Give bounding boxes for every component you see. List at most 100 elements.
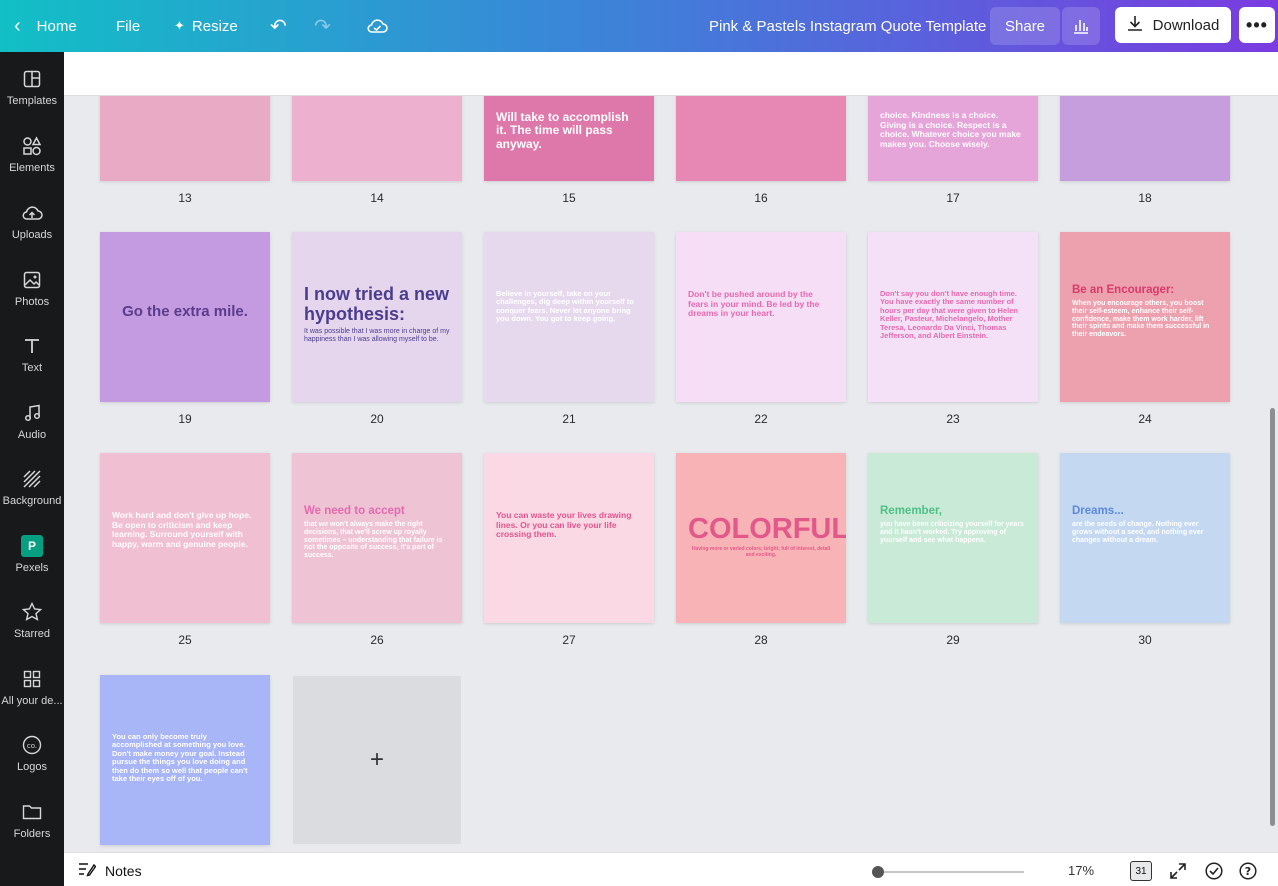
download-icon	[1127, 15, 1143, 35]
download-button[interactable]: Download	[1115, 7, 1231, 43]
design-page[interactable]: Will take to accomplish it. The time wil…	[484, 96, 654, 181]
undo-icon[interactable]: ↶	[270, 0, 287, 52]
more-options-button[interactable]: •••	[1239, 7, 1275, 43]
designs-grid-icon	[21, 668, 43, 690]
resize-button[interactable]: ✦ Resize	[174, 0, 238, 52]
fullscreen-icon[interactable]	[1168, 861, 1188, 881]
sidebar-item-background[interactable]: Background	[0, 462, 64, 520]
document-title[interactable]: Pink & Pastels Instagram Quote Template	[709, 0, 986, 52]
vertical-scrollbar[interactable]	[1270, 408, 1275, 826]
share-button[interactable]: Share	[990, 7, 1061, 45]
sidebar-item-elements[interactable]: Elements	[0, 129, 64, 187]
page-number: 26	[370, 633, 384, 647]
page-quote-subtext: It was possible that I was more in charg…	[304, 328, 450, 343]
page-number: 16	[754, 191, 768, 205]
folder-icon	[21, 801, 43, 823]
page-quote-subtext: you have been criticizing yourself for y…	[880, 521, 1024, 544]
music-note-icon	[21, 402, 43, 424]
design-page[interactable]	[1060, 96, 1230, 181]
page-number: 17	[946, 191, 960, 205]
design-page[interactable]: Go the extra mile.	[100, 232, 270, 402]
sidebar-label: Pexels	[15, 562, 49, 574]
cloud-upload-icon	[21, 202, 43, 224]
page-quote-subtext: that we won't always make the right deci…	[304, 521, 443, 560]
design-page[interactable]: We need to accept that we won't always ma…	[292, 453, 462, 623]
design-page[interactable]: Believe in yourself, take on your challe…	[484, 232, 654, 402]
design-page[interactable]	[292, 96, 462, 181]
page-quote-text: I now tried a new hypothesis:	[304, 284, 450, 325]
zoom-level[interactable]: 17%	[1068, 863, 1094, 878]
text-icon	[21, 335, 43, 357]
design-page[interactable]: Dreams... are the seeds of change. Nothin…	[1060, 453, 1230, 623]
sidebar-label: Elements	[9, 162, 55, 174]
page-quote-text: Will take to accomplish it. The time wil…	[496, 110, 629, 151]
page-quote-text: Believe in yourself, take on your challe…	[496, 289, 634, 324]
check-circle-icon[interactable]	[1204, 861, 1224, 881]
design-page[interactable]	[100, 96, 270, 181]
sidebar-label: Audio	[17, 429, 47, 441]
notes-button[interactable]: Notes	[78, 861, 142, 880]
star-icon	[21, 601, 43, 623]
design-page[interactable]: Work hard and don't give up hope. Be ope…	[100, 453, 270, 623]
notes-label: Notes	[105, 862, 142, 879]
redo-icon[interactable]: ↷	[314, 0, 331, 52]
design-page[interactable]: Don't be pushed around by the fears in y…	[676, 232, 846, 402]
design-page[interactable]: You can waste your lives drawing lines. …	[484, 453, 654, 623]
page-quote-text: We need to accept	[304, 505, 405, 517]
design-page[interactable]: Remember, you have been criticizing yours…	[868, 453, 1038, 623]
design-page[interactable]: choice. Kindness is a choice. Giving is …	[868, 96, 1038, 181]
design-page[interactable]: I now tried a new hypothesis: It was poss…	[292, 232, 462, 402]
design-page[interactable]	[676, 96, 846, 181]
page-quote-text: choice. Kindness is a choice. Giving is …	[880, 110, 1021, 149]
sidebar-item-audio[interactable]: Audio	[0, 396, 64, 454]
sidebar-item-starred[interactable]: Starred	[0, 595, 64, 653]
design-page[interactable]: You can only become truly accomplished a…	[100, 675, 270, 845]
sidebar-item-folders[interactable]: Folders	[0, 795, 64, 853]
sidebar-item-all-your-designs[interactable]: All your de...	[0, 662, 64, 720]
sidebar-item-photos[interactable]: Photos	[0, 263, 64, 321]
file-label: File	[116, 17, 141, 35]
page-count-button[interactable]: 31	[1130, 861, 1152, 881]
help-icon[interactable]: ?	[1238, 861, 1258, 881]
page-quote-subtext: Having more or varied colors; bright; fu…	[691, 546, 831, 558]
photo-icon	[21, 269, 43, 291]
sidebar-label: Starred	[13, 628, 51, 640]
sidebar-item-pexels[interactable]: P Pexels	[0, 529, 64, 587]
file-menu-button[interactable]: File	[116, 0, 140, 52]
home-label: Home	[36, 17, 77, 35]
sidebar-label: Templates	[6, 95, 58, 107]
elements-icon	[21, 135, 43, 157]
sidebar-item-templates[interactable]: Templates	[0, 62, 64, 120]
add-page-button[interactable]: +	[293, 676, 461, 844]
sidebar-label: Photos	[14, 296, 50, 308]
sidebar-label: All your de...	[1, 695, 63, 707]
zoom-slider-handle[interactable]	[872, 866, 885, 878]
design-page[interactable]: Be an Encourager: When you encourage othe…	[1060, 232, 1230, 402]
page-number: 19	[178, 412, 192, 426]
page-quote-text: Don't be pushed around by the fears in y…	[688, 289, 820, 319]
svg-text:?: ?	[1245, 865, 1251, 878]
sidebar-item-text[interactable]: Text	[0, 329, 64, 387]
sidebar-label: Folders	[13, 828, 51, 840]
sidebar-item-logos[interactable]: co. Logos	[0, 728, 64, 786]
page-number: 29	[946, 633, 960, 647]
design-page[interactable]: COLORFUL Having more or varied colors; br…	[676, 453, 846, 623]
page-number: 23	[946, 412, 960, 426]
page-quote-subtext: are the seeds of change. Nothing ever gr…	[1072, 521, 1204, 544]
pexels-logo-icon: P	[21, 535, 43, 557]
design-page[interactable]: Don't say you don't have enough time. Yo…	[868, 232, 1038, 402]
page-quote-text: Be an Encourager:	[1072, 284, 1175, 296]
bottom-bar: Notes 17% 31 ?	[64, 852, 1278, 886]
page-quote-text: You can only become truly accomplished a…	[112, 732, 248, 783]
sidebar-item-uploads[interactable]: Uploads	[0, 196, 64, 254]
page-number: 21	[562, 412, 576, 426]
logos-icon: co.	[21, 734, 43, 756]
insights-icon[interactable]	[1062, 7, 1100, 45]
page-quote-text: You can waste your lives drawing lines. …	[496, 510, 632, 540]
home-button[interactable]: ‹ Home	[14, 0, 77, 52]
zoom-slider-track[interactable]	[872, 871, 1024, 873]
sidebar-label: Logos	[17, 761, 47, 773]
sparkle-icon: ✦	[174, 18, 185, 33]
chevron-left-icon: ‹	[14, 15, 21, 37]
cloud-saved-icon[interactable]	[366, 0, 388, 52]
